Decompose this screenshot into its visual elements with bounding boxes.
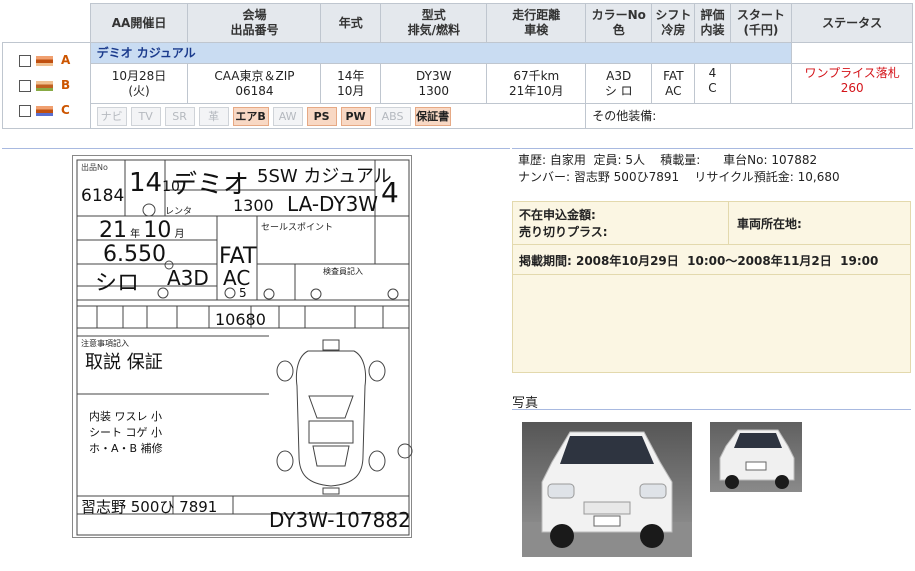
header-aa-date: AA開催日 — [89, 3, 189, 43]
vehicle-info-line1: 車歴: 自家用 定員: 5人 積載量: 車台No: 107882 — [518, 153, 818, 167]
sheet-highlights-label: セールスポイント — [261, 223, 334, 233]
select-b[interactable]: B — [19, 73, 90, 98]
header-mileage: 走行距離 車検 — [486, 3, 587, 43]
cell-status: ワンプライス落札 260 — [791, 63, 913, 104]
cell-model: DY3W 1300 — [380, 63, 488, 104]
other-equipment-cell: その他装備: — [585, 103, 913, 129]
option-badge: PS — [306, 106, 337, 126]
header-start: スタート (千円) — [729, 3, 793, 43]
absent-bid-label: 不在申込金額: — [519, 208, 596, 222]
header-model: 型式 排気/燃料 — [380, 3, 488, 43]
sheet-plate-hand: 習志野 500ひ 7891 — [81, 498, 218, 516]
listing-period: 掲載期間: 2008年10月29日 10:00～2008年11月2日 19:00 — [519, 254, 879, 268]
table-row-values: 10月28日 (火) CAA東京＆ZIP 06184 14年 10月 DY3W 1300… — [3, 63, 913, 104]
sheet-notes1-hand: 取説 保証 — [85, 352, 163, 373]
sheet-score-hand: 4 — [381, 176, 399, 209]
sheet-shaken-hand: 21 年 10 月 — [99, 218, 185, 243]
bid-info-divider-h — [513, 244, 911, 245]
option-badge: AW — [272, 106, 303, 126]
sheet-color-code: A3D — [167, 266, 209, 290]
car-rear-icon — [719, 429, 795, 489]
cell-color: A3D シ ロ — [585, 63, 653, 104]
flag-green-icon — [36, 80, 53, 91]
bid-info-divider-v — [728, 202, 729, 244]
header-shift: シフト 冷房 — [651, 3, 696, 43]
option-badge: エアB — [232, 106, 269, 126]
auction-sheet-image[interactable]: 出品No 6184 1410 デミオ 5SW カジュアル 4 レンタ 1300 … — [72, 155, 413, 538]
select-c[interactable]: C — [19, 98, 90, 123]
sheet-notes2-line3: ホ・A・B 補修 — [89, 442, 163, 455]
cell-venue: CAA東京＆ZIP 06184 — [187, 63, 322, 104]
option-badge: SR — [164, 106, 195, 126]
cell-date: 10月28日 (火) — [89, 63, 189, 104]
cell-year: 14年 10月 — [320, 63, 382, 104]
table-row-name: A B C デミオ カジュアル — [2, 42, 913, 129]
option-badge: ABS — [374, 106, 411, 126]
checkbox-c[interactable] — [19, 104, 31, 117]
select-label-c: C — [61, 103, 70, 117]
car-photo-front[interactable] — [522, 422, 692, 557]
header-color: カラーNo 色 — [585, 3, 653, 43]
sheet-lot-label: 出品No — [81, 163, 108, 172]
flag-orange-icon — [36, 55, 53, 66]
car-name-bar[interactable]: デミオ カジュアル — [89, 42, 793, 64]
photos-divider — [512, 409, 911, 410]
sheet-grade-hand: 5SW カジュアル — [257, 166, 392, 187]
option-badge: ナビ — [96, 106, 127, 126]
bid-info-panel: 不在申込金額: 売り切りプラス: 車両所在地: 掲載期間: 2008年10月29… — [512, 201, 911, 373]
sheet-model-hand: LA-DY3W — [287, 192, 379, 216]
cell-grade: 4C — [694, 63, 731, 104]
header-status: ステータス — [791, 3, 913, 43]
header-venue: 会場 出品番号 — [187, 3, 322, 43]
sheet-lot-no: 6184 — [81, 186, 125, 206]
sheet-chassis-hand: DY3W-107882 — [269, 508, 411, 532]
option-badge: 革 — [198, 106, 229, 126]
sheet-rental-label: レンタ — [165, 207, 193, 217]
sheet-disp-hand: 1300 — [233, 196, 274, 215]
cell-start — [729, 63, 793, 104]
header-grade: 評価 内装 — [694, 3, 731, 43]
cell-mileage: 67千km 21年10月 — [486, 63, 587, 104]
select-a[interactable]: A — [19, 48, 90, 73]
cell-shift: FAT AC — [651, 63, 696, 104]
table-header-row: AA開催日 会場 出品番号 年式 型式 排気/燃料 走行距離 車検 カラーNo 色 シフ… — [2, 3, 913, 43]
select-column: A B C — [2, 42, 91, 129]
vehicle-location-label: 車両所在地: — [737, 217, 802, 231]
header-select — [2, 3, 91, 43]
bid-info-divider-h2 — [513, 274, 911, 275]
option-badge: TV — [130, 106, 161, 126]
divider-left — [2, 148, 510, 149]
sheet-km-hand: 6.550 — [103, 242, 166, 267]
checkbox-a[interactable] — [19, 54, 31, 67]
sheet-recycle-hand: 10680 — [215, 310, 266, 329]
vehicle-info-line2: ナンバー: 習志野 500ひ7891 リサイクル預託金: 10,680 — [518, 170, 840, 184]
options-cell: ナビ TV SR 革エアB AW PS PW ABS 保証書 — [89, 103, 587, 129]
sheet-seats-hand: 5 — [239, 286, 247, 300]
name-bar-spacer — [791, 42, 913, 64]
flag-blue-icon — [36, 105, 53, 116]
lot-listing-table: AA開催日 会場 出品番号 年式 型式 排気/燃料 走行距離 車検 カラーNo 色 シフ… — [2, 3, 913, 129]
checkbox-b[interactable] — [19, 79, 31, 92]
table-row-options: ナビ TV SR 革エアB AW PS PW ABS 保証書 その他装備: — [3, 103, 913, 129]
sheet-color-hand: シロ — [95, 271, 140, 296]
sheet-notes2-line1: 内装 ワスレ 小 — [89, 410, 162, 423]
option-badge: 保証書 — [414, 106, 451, 126]
sell-plus-label: 売り切りプラス: — [519, 225, 608, 239]
sheet-inspection-label: 検査員記入 — [323, 267, 363, 276]
sheet-notes2-line2: シート コゲ 小 — [89, 426, 162, 439]
select-label-b: B — [61, 78, 71, 92]
select-label-a: A — [61, 53, 71, 67]
car-front-icon — [522, 431, 692, 557]
option-badge: PW — [340, 106, 371, 126]
divider-right — [512, 148, 913, 149]
header-year: 年式 — [320, 3, 382, 43]
car-photo-rear[interactable] — [710, 422, 802, 492]
